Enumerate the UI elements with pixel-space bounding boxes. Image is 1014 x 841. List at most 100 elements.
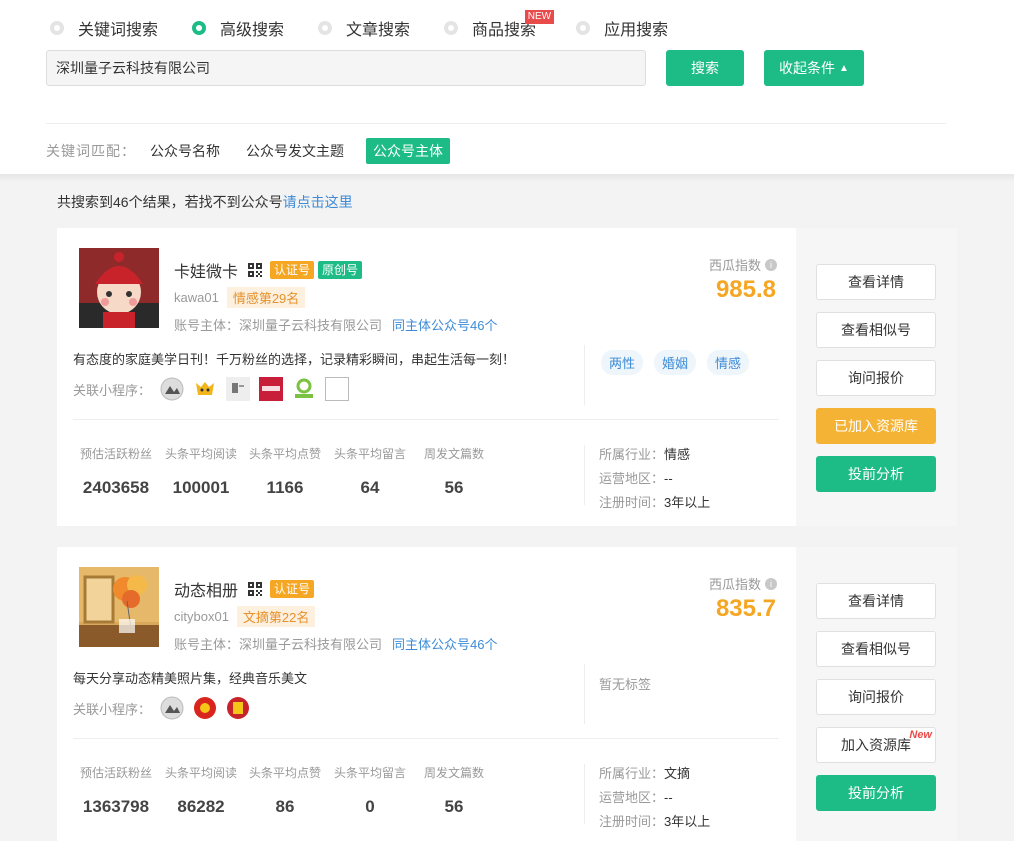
click-here-link[interactable]: 请点击这里 [283,194,353,210]
account-subject: 账号主体：深圳量子云科技有限公司 同主体公众号46个 [174,318,498,333]
pre-investment-analysis-button[interactable]: 投前分析 [816,456,936,492]
mini-program-icon[interactable] [259,377,284,401]
info-icon[interactable]: i [765,258,777,271]
kw-option-account-subject[interactable]: 公众号主体 [366,138,450,164]
divider [73,738,779,739]
radio-dot [576,21,591,35]
mini-program-icon[interactable] [325,377,350,401]
index-label: 西瓜指数 i [709,574,777,593]
stat-header: 头条平均点赞 [248,766,321,780]
mini-program-icon[interactable] [193,377,217,401]
stat-value: 86 [275,797,295,816]
add-to-library-button[interactable]: 加入资源库 New [816,727,936,763]
mini-program-icon[interactable] [193,696,217,720]
industry: 所属行业：文摘 [599,766,691,781]
stat-value: 64 [360,478,380,497]
stat-value: 1166 [266,478,304,497]
radio-dot [318,21,333,35]
mini-program-icon[interactable] [160,377,184,401]
view-similar-button[interactable]: 查看相似号 [816,631,936,667]
mini-program-row: 关联小程序： [73,377,350,401]
view-details-button[interactable]: 查看详情 [816,264,936,300]
radio-app-search[interactable]: 应用搜索 [576,16,668,40]
tag-chip[interactable]: 情感 [707,350,750,375]
account-card: 动态相册 认证号 citybox01 文摘第22名 账号主体：深圳量子云科技有限… [57,547,957,841]
radio-product-search[interactable]: 商品搜索 NEW [444,10,555,40]
mini-program-icon[interactable] [226,696,250,720]
view-similar-button[interactable]: 查看相似号 [816,312,936,348]
triangle-up-icon: ▲ [839,62,849,74]
stat-value: 1363798 [82,797,150,816]
mini-program-row: 关联小程序： [73,696,250,720]
result-summary: 共搜索到46个结果，若找不到公众号请点击这里 [57,194,353,210]
account-id: kawa01 [174,290,219,305]
account-name-row: 动态相册 认证号 [174,577,318,601]
radio-keyword-search[interactable]: 关键词搜索 [50,16,158,40]
stat-value: 56 [444,478,464,497]
stat-value: 56 [444,797,464,816]
same-subject-link[interactable]: 同主体公众号46个 [392,637,497,652]
stat-header: 周发文篇数 [423,766,484,780]
avatar[interactable] [79,567,159,647]
avatar[interactable] [79,248,159,328]
account-name[interactable]: 动态相册 [174,577,238,601]
stat-header: 头条平均阅读 [164,766,237,780]
stat-header: 预估活跃粉丝 [79,766,152,780]
divider [584,445,585,505]
tag-chip[interactable]: 两性 [601,350,644,375]
radio-advanced-search[interactable]: 高级搜索 [192,16,284,40]
radio-dot-selected [192,21,207,35]
rank-badge: 文摘第22名 [236,606,316,627]
verified-badge: 认证号 [270,580,315,598]
divider [584,664,585,724]
account-id: citybox01 [174,609,229,624]
account-id-row: kawa01 情感第29名 [174,287,306,308]
industry: 所属行业：情感 [599,447,691,462]
kw-option-account-name[interactable]: 公众号名称 [146,138,224,164]
search-button[interactable]: 搜索 [666,50,744,86]
radio-dot [50,21,64,35]
stat-value: 100001 [172,478,230,497]
mini-program-icon[interactable] [226,377,251,401]
added-to-library-button[interactable]: 已加入资源库 [816,408,936,444]
verified-badge: 认证号 [270,261,315,279]
search-input[interactable]: 深圳量子云科技有限公司 [46,50,646,86]
stat-value: 2403658 [82,478,150,497]
stat-value: 0 [365,797,375,816]
divider [73,419,779,420]
index-value: 835.7 [715,595,776,622]
stat-value: 86282 [177,797,225,816]
account-subject: 账号主体：深圳量子云科技有限公司 同主体公众号46个 [174,637,498,652]
qr-code-icon[interactable] [248,263,263,277]
stat-header: 预估活跃粉丝 [79,447,152,461]
view-details-button[interactable]: 查看详情 [816,583,936,619]
ask-price-button[interactable]: 询问报价 [816,679,936,715]
account-name[interactable]: 卡娃微卡 [174,258,238,282]
mini-program-icon[interactable] [292,377,316,401]
radio-article-search[interactable]: 文章搜索 [318,16,410,40]
ask-price-button[interactable]: 询问报价 [816,360,936,396]
info-icon[interactable]: i [765,577,777,590]
same-subject-link[interactable]: 同主体公众号46个 [392,318,497,333]
shadow [0,174,1014,182]
rank-badge: 情感第29名 [226,287,306,308]
radio-dot [444,21,459,35]
new-badge: New [909,729,932,741]
stat-header: 头条平均点赞 [248,447,321,461]
registration-time: 注册时间：3年以上 [599,495,711,510]
mini-program-icon[interactable] [160,696,184,720]
tag-chip[interactable]: 婚姻 [654,350,697,375]
qr-code-icon[interactable] [248,582,263,596]
registration-time: 注册时间：3年以上 [599,814,711,829]
search-panel: 关键词搜索 高级搜索 文章搜索 商品搜索 NEW 应用搜索 深圳量子云科技有限公司… [0,0,1014,174]
stat-header: 头条平均留言 [333,766,406,780]
original-badge: 原创号 [318,261,363,279]
index-value: 985.8 [715,276,776,303]
pre-investment-analysis-button[interactable]: 投前分析 [816,775,936,811]
stat-header: 头条平均留言 [333,447,406,461]
stat-header: 头条平均阅读 [164,447,237,461]
keyword-match-row: 关键词匹配： 公众号名称 公众号发文主题 公众号主体 [46,138,468,164]
collapse-conditions-button[interactable]: 收起条件 ▲ [764,50,864,86]
kw-option-post-topic[interactable]: 公众号发文主题 [242,138,348,164]
stat-header: 周发文篇数 [423,447,484,461]
